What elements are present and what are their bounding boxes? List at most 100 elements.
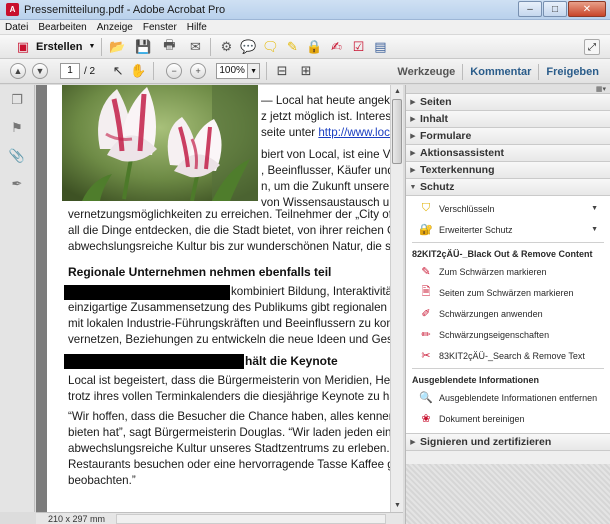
horizontal-scrollbar[interactable]	[116, 514, 386, 524]
section-heading: Regionale Unternehmen nehmen ebenfalls t…	[68, 265, 332, 279]
zoom-in-button[interactable]: +	[190, 63, 207, 79]
collapsed-arrow-icon: ▶	[410, 167, 416, 174]
doc-line: bieten hat”, sagt Bürgermeisterin Dougla…	[68, 426, 399, 439]
navigation-pane: ❐ ⚑ 📎 ✒	[0, 85, 35, 512]
tab-comment[interactable]: Kommentar	[463, 66, 538, 78]
main-toolbar: ▣ Erstellen ▼ 📂 💾 🖶 ✉ ⚙ 💬 🗨 ✎ 🔒 ✍ ☑ ▤ ⤢	[0, 35, 610, 59]
review-icon[interactable]: ☑	[349, 38, 367, 56]
menu-bar: Datei Bearbeiten Anzeige Fenster Hilfe	[0, 20, 610, 35]
page-thumbnails-icon[interactable]: ❐	[8, 91, 26, 109]
section-forms[interactable]: ▶ Formulare	[406, 128, 610, 145]
zoom-dropdown-icon[interactable]: ▼	[248, 63, 261, 79]
fit-page-icon[interactable]: ⊟	[273, 62, 291, 80]
mark-for-redaction-item[interactable]: ✎ Zum Schwärzen markieren	[406, 261, 610, 282]
search-remove-text-item[interactable]: ✂ 83KIT2çÄÜ-_Search & Remove Text	[406, 345, 610, 366]
collapsed-arrow-icon: ▶	[410, 133, 416, 140]
bookmarks-icon[interactable]: ⚑	[8, 119, 26, 137]
hand-tool-icon[interactable]: ✋	[129, 62, 147, 80]
print-icon[interactable]: 🖶	[160, 37, 178, 56]
mark-pages-for-redaction-item[interactable]: 🗎 Seiten zum Schwärzen markieren	[406, 282, 610, 303]
item-label: Schwärzungseigenschaften	[439, 329, 550, 340]
maximize-button[interactable]: □	[543, 1, 567, 17]
menu-bearbeiten[interactable]: Bearbeiten	[33, 22, 91, 33]
doc-line: , Beeinflusser, Käufer und E	[261, 164, 399, 177]
scroll-down-icon[interactable]: ▼	[391, 499, 404, 512]
scrollbar-thumb[interactable]	[392, 99, 402, 164]
attachments-icon[interactable]: 📎	[8, 147, 26, 165]
tab-share[interactable]: Freigeben	[539, 66, 606, 78]
collapsed-arrow-icon: ▶	[410, 116, 416, 123]
close-button[interactable]: ✕	[568, 1, 606, 17]
redaction-group-title: 82KIT2çÄÜ-_Black Out & Remove Content	[412, 249, 593, 259]
highlight-icon[interactable]: ✎	[283, 38, 301, 56]
document-search-icon: 🔍	[419, 392, 433, 404]
secure-document-icon[interactable]: 🔒	[305, 38, 323, 56]
doc-line: kombiniert Bildung, Interaktivität,	[231, 285, 399, 298]
redaction-properties-item[interactable]: ✏ Schwärzungseigenschaften	[406, 324, 610, 345]
previous-page-button[interactable]: ▲	[10, 63, 26, 79]
pane-options-icon[interactable]: ▦▾	[596, 85, 606, 93]
open-folder-icon[interactable]: 📂	[108, 38, 126, 56]
minimize-button[interactable]: –	[518, 1, 542, 17]
section-pages[interactable]: ▶ Seiten	[406, 94, 610, 111]
item-label: 83KIT2çÄÜ-_Search & Remove Text	[439, 350, 585, 361]
doc-line: all die Dinge entdecken, die die Stadt b…	[68, 224, 399, 237]
sanitize-document-item[interactable]: ❀ Dokument bereinigen	[406, 408, 610, 429]
doc-line: einzigartige Zusammensetzung des Publiku…	[68, 301, 399, 314]
email-icon[interactable]: ✉	[186, 38, 204, 56]
website-link[interactable]: http://www.local	[318, 126, 399, 139]
comment-bubble-icon[interactable]: 💬	[239, 38, 257, 56]
window-controls: – □ ✕	[517, 1, 606, 17]
chevron-down-icon[interactable]: ▼	[591, 226, 598, 233]
select-cursor-icon[interactable]: ↖	[109, 62, 127, 80]
menu-anzeige[interactable]: Anzeige	[92, 22, 138, 33]
tab-tools[interactable]: Werkzeuge	[390, 66, 462, 78]
group-divider	[412, 242, 604, 243]
create-button[interactable]: ▣ Erstellen ▼	[14, 38, 96, 56]
page-number-input[interactable]: 1	[60, 63, 80, 79]
doc-line: vernetzen, Beziehungen zu entwickeln die…	[68, 333, 399, 346]
menu-hilfe[interactable]: Hilfe	[182, 22, 212, 33]
apply-redaction-icon: ✐	[421, 308, 431, 320]
document-scrollbar[interactable]: ▲ ▼	[390, 85, 403, 512]
zoom-out-button[interactable]: −	[166, 63, 183, 79]
toolbar-divider	[153, 62, 155, 80]
encrypt-item[interactable]: ⛉ Verschlüsseln ▼	[406, 198, 610, 219]
sticky-note-icon[interactable]: 🗨	[261, 38, 279, 56]
item-label: Ausgeblendete Informationen entfernen	[439, 392, 598, 403]
doc-line: — Local hat heute angekün	[261, 94, 399, 107]
menu-fenster[interactable]: Fenster	[138, 22, 182, 33]
section-action-wizard[interactable]: ▶ Aktionsassistent	[406, 145, 610, 162]
section-label: Schutz	[420, 181, 455, 193]
section-label: Inhalt	[420, 113, 448, 125]
forms-icon[interactable]: ▤	[371, 38, 389, 56]
acrobat-app-icon: A	[6, 3, 19, 16]
sign-document-icon[interactable]: ✍	[327, 38, 345, 56]
section-content[interactable]: ▶ Inhalt	[406, 111, 610, 128]
advanced-protection-item[interactable]: 🔐 Erweiterter Schutz ▼	[406, 219, 610, 240]
item-label: Zum Schwärzen markieren	[439, 266, 547, 277]
section-sign-certify[interactable]: ▶ Signieren und zertifizieren	[406, 434, 610, 451]
gear-icon[interactable]: ⚙	[217, 38, 235, 56]
window-title: Pressemitteilung.pdf - Adobe Acrobat Pro	[24, 3, 226, 16]
pdf-page: — Local hat heute angekün z jetzt möglic…	[47, 85, 399, 512]
fit-width-icon[interactable]: ⊞	[297, 62, 315, 80]
section-protection[interactable]: ▼ Schutz	[406, 179, 610, 196]
signatures-icon[interactable]: ✒	[8, 175, 26, 193]
toolbar-divider	[101, 37, 103, 56]
apply-redactions-item[interactable]: ✐ Schwärzungen anwenden	[406, 303, 610, 324]
chevron-down-icon[interactable]: ▼	[591, 205, 598, 212]
lock-icon: 🔐	[419, 224, 433, 236]
section-text-recognition[interactable]: ▶ Texterkennung	[406, 162, 610, 179]
expand-icon[interactable]: ⤢	[584, 39, 600, 55]
menu-datei[interactable]: Datei	[0, 22, 33, 33]
item-label: Seiten zum Schwärzen markieren	[439, 287, 574, 298]
remove-hidden-info-item[interactable]: 🔍 Ausgeblendete Informationen entfernen	[406, 387, 610, 408]
scroll-up-icon[interactable]: ▲	[391, 85, 404, 98]
redaction-box	[64, 285, 230, 300]
zoom-level-input[interactable]: 100%	[216, 63, 249, 79]
page-total: / 2	[84, 65, 96, 77]
next-page-button[interactable]: ▼	[32, 63, 48, 79]
save-icon[interactable]: 💾	[134, 38, 152, 56]
document-view[interactable]: — Local hat heute angekün z jetzt möglic…	[36, 85, 399, 512]
